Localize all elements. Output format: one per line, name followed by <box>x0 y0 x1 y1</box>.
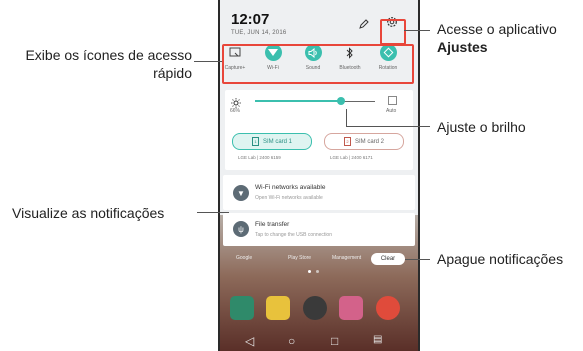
back-nav-icon[interactable]: ◁ <box>245 334 254 348</box>
notification-wifi[interactable]: ▼ Wi-Fi networks available Open Wi-Fi ne… <box>223 175 415 210</box>
sim1-label: SIM card 1 <box>262 138 292 145</box>
brightness-slider[interactable] <box>255 97 375 105</box>
callout-quick-line1: Exibe os ícones de acesso <box>25 47 192 63</box>
home-label-management: Management <box>332 255 362 261</box>
sim1-carrier: LGE Lab | 2400 6159 <box>238 155 281 160</box>
phone-frame-left <box>218 0 220 351</box>
home-label-playstore: Play Store <box>288 255 312 261</box>
gallery-app-icon[interactable] <box>339 296 363 320</box>
recents-nav-icon[interactable]: □ <box>331 334 338 348</box>
callout-brightness: Ajuste o brilho <box>437 119 526 135</box>
dual-window-nav-icon[interactable]: ▤ <box>373 334 382 345</box>
callout-quick-line2: rápido <box>153 65 192 81</box>
phone-app-icon[interactable] <box>230 296 254 320</box>
sim-card-2-button[interactable]: 2 SIM card 2 <box>324 133 404 150</box>
status-time: 12:07 <box>231 11 270 28</box>
clear-button[interactable]: Clear <box>371 253 405 265</box>
callout-line-quick <box>194 61 222 62</box>
page-dot <box>316 270 319 273</box>
notification-title: File transfer <box>255 221 290 228</box>
notification-title: Wi-Fi networks available <box>255 184 326 191</box>
callout-line-notifications <box>197 212 229 213</box>
wifi-notification-icon: ▼ <box>233 185 249 201</box>
slider-fill <box>255 100 342 102</box>
quick-access-highlight-box <box>222 44 414 84</box>
callout-clear: Apague notificações <box>437 251 564 267</box>
home-nav-icon[interactable]: ○ <box>288 334 295 348</box>
brightness-value: 66% <box>230 108 241 114</box>
notification-subtitle: Open Wi-Fi networks available <box>255 195 323 201</box>
sim2-label: SIM card 2 <box>354 138 384 145</box>
phone-frame-right <box>418 0 420 351</box>
usb-icon: ψ <box>233 221 249 237</box>
sim2-carrier: LGE Lab | 2400 6171 <box>330 155 373 160</box>
status-date: TUE, JUN 14, 2016 <box>231 30 287 36</box>
sim2-icon: 2 <box>343 137 351 146</box>
edit-icon[interactable] <box>358 17 370 35</box>
callout-line-brightness-h <box>346 126 430 127</box>
notification-file-transfer[interactable]: ψ File transfer Tap to change the USB co… <box>223 213 415 246</box>
callout-notifications: Visualize as notificações <box>12 205 165 221</box>
messages-app-icon[interactable] <box>266 296 290 320</box>
chrome-app-icon[interactable] <box>376 296 400 320</box>
callout-settings-line2: Ajustes <box>437 39 488 55</box>
page-dot <box>308 270 311 273</box>
sim-card-1-button[interactable]: 1 SIM card 1 <box>232 133 312 150</box>
auto-label: Auto <box>386 108 397 114</box>
callout-line-clear <box>405 259 430 260</box>
callout-line-brightness-v <box>346 109 347 127</box>
sim1-icon: 1 <box>251 137 259 146</box>
auto-brightness-checkbox[interactable] <box>388 96 397 105</box>
callout-settings-line1: Acesse o aplicativo <box>437 21 557 37</box>
slider-thumb[interactable] <box>337 97 346 105</box>
camera-app-icon[interactable] <box>303 296 327 320</box>
notification-subtitle: Tap to change the USB connection <box>255 232 332 238</box>
home-label-google: Google <box>236 255 253 261</box>
callout-line-settings <box>404 30 430 31</box>
callout-settings: Acesse o aplicativo Ajustes <box>437 20 557 56</box>
settings-highlight-box <box>380 19 406 45</box>
callout-quick-access: Exibe os ícones de acesso rápido <box>0 46 192 82</box>
